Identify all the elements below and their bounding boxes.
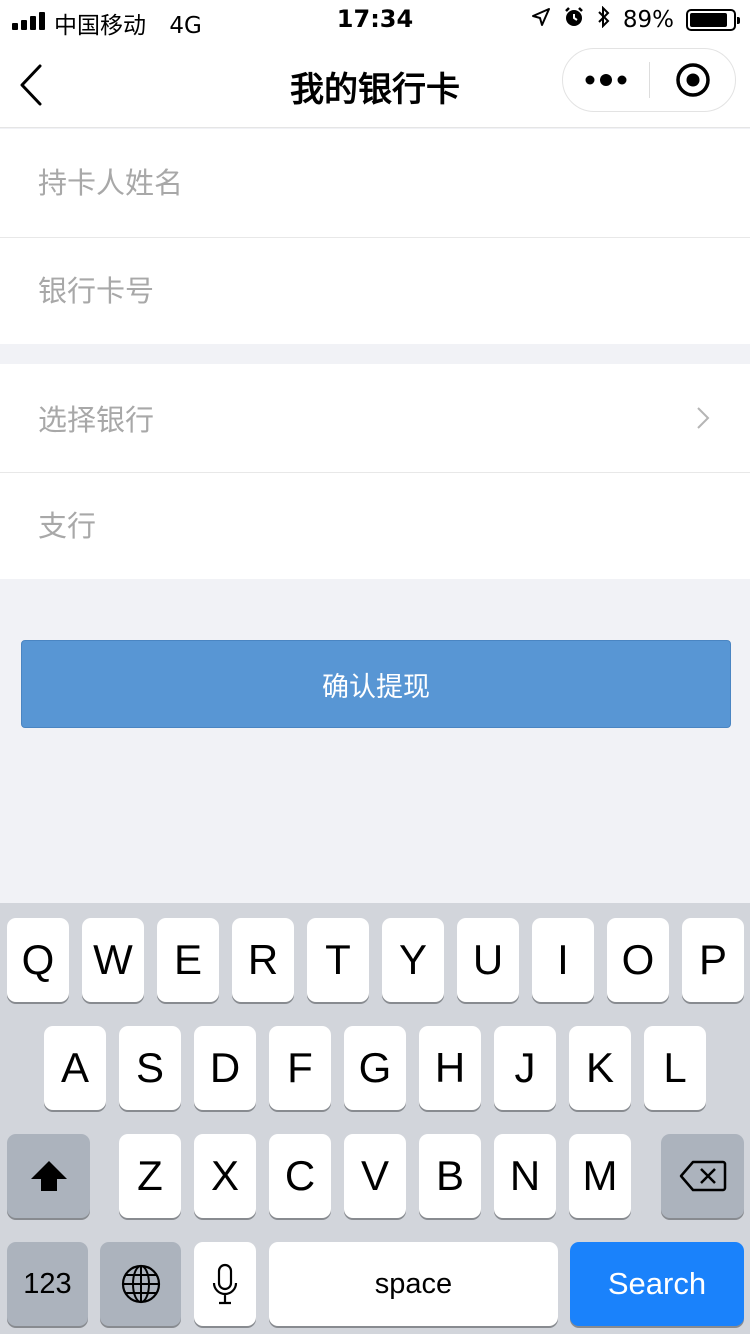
letter-key[interactable]: J	[494, 1026, 556, 1110]
letter-key[interactable]: U	[457, 918, 519, 1002]
letter-key[interactable]: E	[157, 918, 219, 1002]
shift-arrow-icon	[30, 1161, 67, 1191]
letter-key[interactable]: G	[344, 1026, 406, 1110]
status-right-group: 89%	[531, 5, 740, 34]
globe-key[interactable]	[100, 1242, 181, 1326]
cardholder-name-input[interactable]	[38, 166, 658, 200]
bank-info-group: 选择银行	[0, 364, 750, 579]
letter-key[interactable]: Q	[7, 918, 69, 1002]
status-bar: 中国移动 4G 17:34 89%	[0, 0, 750, 40]
letter-key[interactable]: C	[269, 1134, 331, 1218]
letter-key[interactable]: M	[569, 1134, 631, 1218]
more-dots-icon	[585, 74, 627, 86]
letter-key[interactable]: H	[419, 1026, 481, 1110]
letter-key[interactable]: A	[44, 1026, 106, 1110]
letter-key[interactable]: N	[494, 1134, 556, 1218]
confirm-withdraw-button[interactable]: 确认提现	[21, 640, 731, 728]
branch-row	[0, 472, 750, 579]
card-number-input[interactable]	[38, 274, 658, 308]
letter-key[interactable]: T	[307, 918, 369, 1002]
search-key[interactable]: Search	[570, 1242, 744, 1326]
close-miniprogram-button[interactable]	[650, 49, 735, 111]
alarm-icon	[563, 6, 585, 34]
miniprogram-capsule	[562, 48, 736, 112]
letter-key[interactable]: X	[194, 1134, 256, 1218]
battery-level	[690, 13, 728, 27]
bluetooth-icon	[597, 5, 611, 34]
cardholder-name-row	[0, 129, 750, 237]
location-arrow-icon	[531, 7, 551, 33]
backspace-key[interactable]	[661, 1134, 744, 1218]
numbers-key[interactable]: 123	[7, 1242, 88, 1326]
chevron-right-icon	[697, 407, 710, 429]
more-button[interactable]	[563, 49, 649, 111]
branch-input[interactable]	[38, 509, 658, 543]
letter-key[interactable]: D	[194, 1026, 256, 1110]
ios-keyboard: QWERTYUIOP ASDFGHJKL ZXCVBNM 123 space S…	[0, 903, 750, 1334]
backspace-icon	[679, 1160, 726, 1192]
letter-key[interactable]: Z	[119, 1134, 181, 1218]
letter-key[interactable]: Y	[382, 918, 444, 1002]
dictation-key[interactable]	[194, 1242, 256, 1326]
select-bank-row[interactable]: 选择银行	[0, 364, 750, 472]
card-info-group	[0, 129, 750, 344]
select-bank-label: 选择银行	[38, 403, 155, 437]
target-circle-icon	[675, 63, 710, 97]
battery-percent: 89%	[622, 7, 674, 33]
letter-key[interactable]: B	[419, 1134, 481, 1218]
letter-key[interactable]: V	[344, 1134, 406, 1218]
letter-key[interactable]: I	[532, 918, 594, 1002]
card-number-row	[0, 237, 750, 344]
letter-key[interactable]: L	[644, 1026, 706, 1110]
letter-key[interactable]: P	[682, 918, 744, 1002]
letter-key[interactable]: S	[119, 1026, 181, 1110]
letter-key[interactable]: O	[607, 918, 669, 1002]
navigation-bar: 我的银行卡	[0, 40, 750, 128]
shift-key[interactable]	[7, 1134, 90, 1218]
globe-icon	[121, 1264, 160, 1304]
battery-icon	[686, 9, 740, 31]
letter-key[interactable]: W	[82, 918, 144, 1002]
letter-key[interactable]: F	[269, 1026, 331, 1110]
space-key[interactable]: space	[269, 1242, 558, 1326]
microphone-icon	[212, 1263, 238, 1305]
letter-key[interactable]: R	[232, 918, 294, 1002]
letter-key[interactable]: K	[569, 1026, 631, 1110]
